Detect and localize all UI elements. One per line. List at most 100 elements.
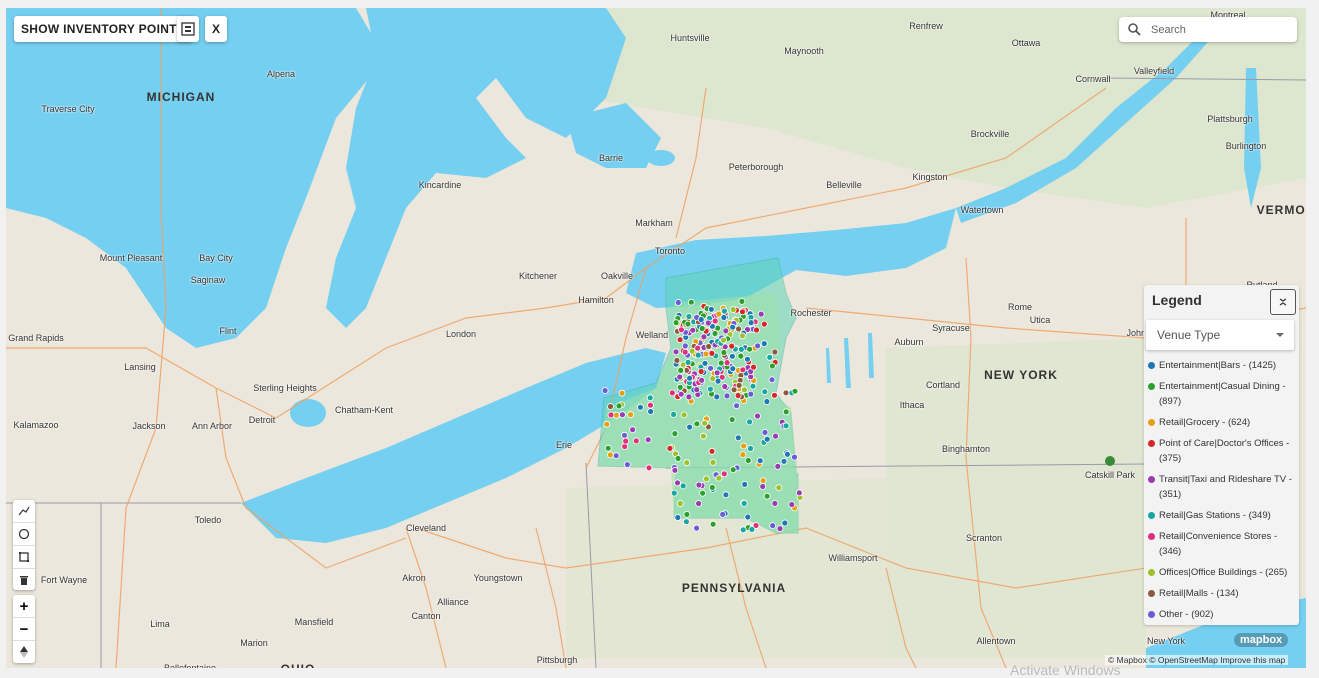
search-box[interactable] [1119,17,1297,42]
city-label: Auburn [894,337,924,347]
city-label: Bay City [199,253,233,263]
city-label: Ann Arbor [191,421,233,431]
region-label: VERMON [1256,203,1306,217]
region-label: NEW YORK [984,368,1058,382]
zoom-out-button[interactable]: − [13,618,35,641]
city-label: Fort Wayne [40,575,88,585]
city-label: Lansing [124,362,156,372]
city-label: Kincardine [418,180,462,190]
city-label: Plattsburgh [1207,114,1253,124]
city-label: New York [1146,636,1186,646]
legend-list: Entertainment|Bars - (1425) Entertainment… [1148,358,1298,628]
city-label: Scranton [965,533,1003,543]
map-labels: MICHIGAN NEW YORK PENNSYLVANIA VERMON OHIO Mo… [6,8,1306,668]
mapbox-logo: mapbox [1234,633,1289,647]
close-button[interactable]: X [205,16,227,42]
box-select-icon [181,22,195,36]
city-label: Jackson [132,421,166,431]
city-label: London [445,329,477,339]
trash-icon [20,576,28,585]
city-label: Kalamazoo [13,420,59,430]
city-label: Ithaca [899,400,925,410]
city-label: Allentown [976,636,1016,646]
legend-title: Legend [1152,292,1202,308]
region-label: MICHIGAN [146,90,216,104]
zoom-out-icon: − [19,620,29,638]
city-label: Belleville [826,180,862,190]
city-label: Cornwall [1075,74,1111,84]
city-label: Pittsburgh [536,655,578,665]
search-icon [1128,22,1141,36]
city-label: Bellefontaine [163,663,217,668]
legend-color-swatch [1148,512,1155,519]
mapbox-logo-text: mapbox [1240,634,1283,646]
venue-type-select[interactable]: Venue Type [1146,320,1294,350]
zoom-in-button[interactable]: + [13,595,35,618]
legend-color-swatch [1148,533,1155,540]
city-label: Rochester [790,308,832,318]
show-inventory-points-button[interactable]: SHOW INVENTORY POINTS [14,16,193,42]
legend-item-label: Other - (902) [1159,609,1214,620]
legend-color-swatch [1148,611,1155,618]
city-label: Renfrew [909,21,943,31]
attribution-text: © Mapbox © OpenStreetMap Improve this ma… [1108,655,1286,665]
city-label: Marion [240,638,268,648]
zoom-in-icon: + [19,597,29,615]
city-label: Huntsville [670,33,710,43]
legend-item-label: Entertainment|Bars - (1425) [1159,360,1277,371]
legend-collapse-button[interactable] [1270,289,1296,315]
city-label: Williamsport [828,553,878,563]
city-label: Cleveland [405,523,447,533]
attribution[interactable]: © Mapbox © OpenStreetMap Improve this ma… [1105,655,1289,665]
city-label: Barrie [598,153,624,163]
chevron-down-icon [1276,333,1284,337]
city-label: Youngstown [473,573,523,583]
legend-color-swatch [1148,569,1155,576]
legend-item-label: Offices|Office Buildings - (265) [1159,567,1288,578]
legend-item-label: Retail|Convenience Stores - (346) [1159,531,1278,557]
city-label: Saginaw [190,275,226,285]
legend-item[interactable]: Retail|Convenience Stores - (346) [1148,529,1298,559]
legend-item[interactable]: Offices|Office Buildings - (265) [1148,565,1298,580]
city-label: Cortland [925,380,961,390]
legend-item-label: Point of Care|Doctor's Offices - (375) [1159,438,1290,464]
legend-item[interactable]: Retail|Grocery - (624) [1148,415,1298,430]
city-label: Alliance [437,597,469,607]
city-label: Sterling Heights [253,383,317,393]
collapse-icon [1279,298,1287,306]
polygon-draw-button[interactable] [13,546,35,569]
legend-item[interactable]: Retail|Malls - (134) [1148,586,1298,601]
city-label: Flint [219,326,237,336]
city-label: Brockville [970,129,1010,139]
legend-item[interactable]: Point of Care|Doctor's Offices - (375) [1148,436,1298,466]
legend-item[interactable]: Other - (902) [1148,607,1298,622]
legend-color-swatch [1148,383,1155,390]
legend-item[interactable]: Retail|Gas Stations - (349) [1148,508,1298,523]
city-label: Akron [402,573,426,583]
line-draw-button[interactable] [13,500,35,523]
map-canvas[interactable]: MICHIGAN NEW YORK PENNSYLVANIA VERMON OHIO Mo… [6,8,1306,668]
line-draw-icon [18,506,30,516]
city-label: Traverse City [41,104,95,114]
trash-button[interactable] [13,569,35,591]
polygon-draw-icon [19,552,29,562]
circle-draw-button[interactable] [13,523,35,546]
search-input[interactable] [1149,22,1293,37]
legend-item[interactable]: Transit|Taxi and Rideshare TV - (351) [1148,472,1298,502]
close-label: X [211,22,220,36]
show-inventory-points-label: SHOW INVENTORY POINTS [21,22,186,36]
legend-item[interactable]: Entertainment|Casual Dining - (897) [1148,379,1298,409]
box-select-button[interactable] [177,16,199,42]
legend-color-swatch [1148,476,1155,483]
city-label: Canton [411,611,441,621]
legend-color-swatch [1148,419,1155,426]
legend-item-label: Retail|Gas Stations - (349) [1159,510,1271,521]
city-label: Welland [635,330,669,340]
city-label: Utica [1029,315,1051,325]
legend-item[interactable]: Entertainment|Bars - (1425) [1148,358,1298,373]
compass-button[interactable] [13,641,35,663]
watermark-text: Activate Windows [1010,662,1121,678]
city-label: Mansfield [294,617,334,627]
city-label: Markham [635,218,673,228]
legend-item-label: Retail|Grocery - (624) [1159,417,1251,428]
